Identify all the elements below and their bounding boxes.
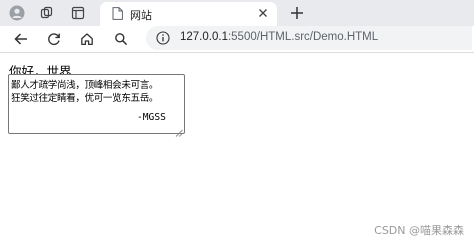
url-text: 127.0.0.1:5500/HTML.src/Demo.HTML bbox=[180, 31, 378, 43]
tab-strip: 网站 bbox=[0, 0, 474, 26]
profile-icon[interactable] bbox=[8, 4, 26, 22]
search-icon[interactable] bbox=[111, 29, 131, 49]
resize-handle-icon[interactable] bbox=[175, 124, 183, 137]
workspaces-icon[interactable] bbox=[38, 4, 56, 22]
close-icon[interactable] bbox=[255, 5, 271, 21]
active-tab[interactable]: 网站 bbox=[100, 2, 277, 26]
address-bar[interactable]: 127.0.0.1:5500/HTML.src/Demo.HTML bbox=[146, 26, 472, 50]
textarea-signature: -MGSS bbox=[137, 112, 166, 123]
textarea-line: 狂笑过往定睛看，优可一览东五岳。 bbox=[11, 93, 159, 104]
tab-actions-icon[interactable] bbox=[69, 4, 87, 22]
textarea-line: 鄙人才疏学尚浅，顶峰相会未可言。 bbox=[11, 80, 159, 91]
plus-icon[interactable] bbox=[287, 3, 307, 23]
url-path: :5500/HTML.src/Demo.HTML bbox=[227, 31, 379, 43]
info-icon[interactable] bbox=[156, 31, 170, 50]
back-arrow-icon[interactable] bbox=[11, 29, 31, 49]
url-host: 127.0.0.1 bbox=[180, 31, 228, 43]
page-icon bbox=[112, 7, 123, 25]
watermark-text: CSDN @喵果森森 bbox=[374, 224, 464, 237]
reload-icon[interactable] bbox=[44, 29, 64, 49]
tab-title: 网站 bbox=[130, 9, 152, 22]
home-icon[interactable] bbox=[77, 29, 97, 49]
navigation-toolbar: 127.0.0.1:5500/HTML.src/Demo.HTML bbox=[0, 26, 474, 53]
poem-textarea[interactable]: 鄙人才疏学尚浅，顶峰相会未可言。 狂笑过往定睛看，优可一览东五岳。 -MGSS bbox=[8, 74, 185, 137]
